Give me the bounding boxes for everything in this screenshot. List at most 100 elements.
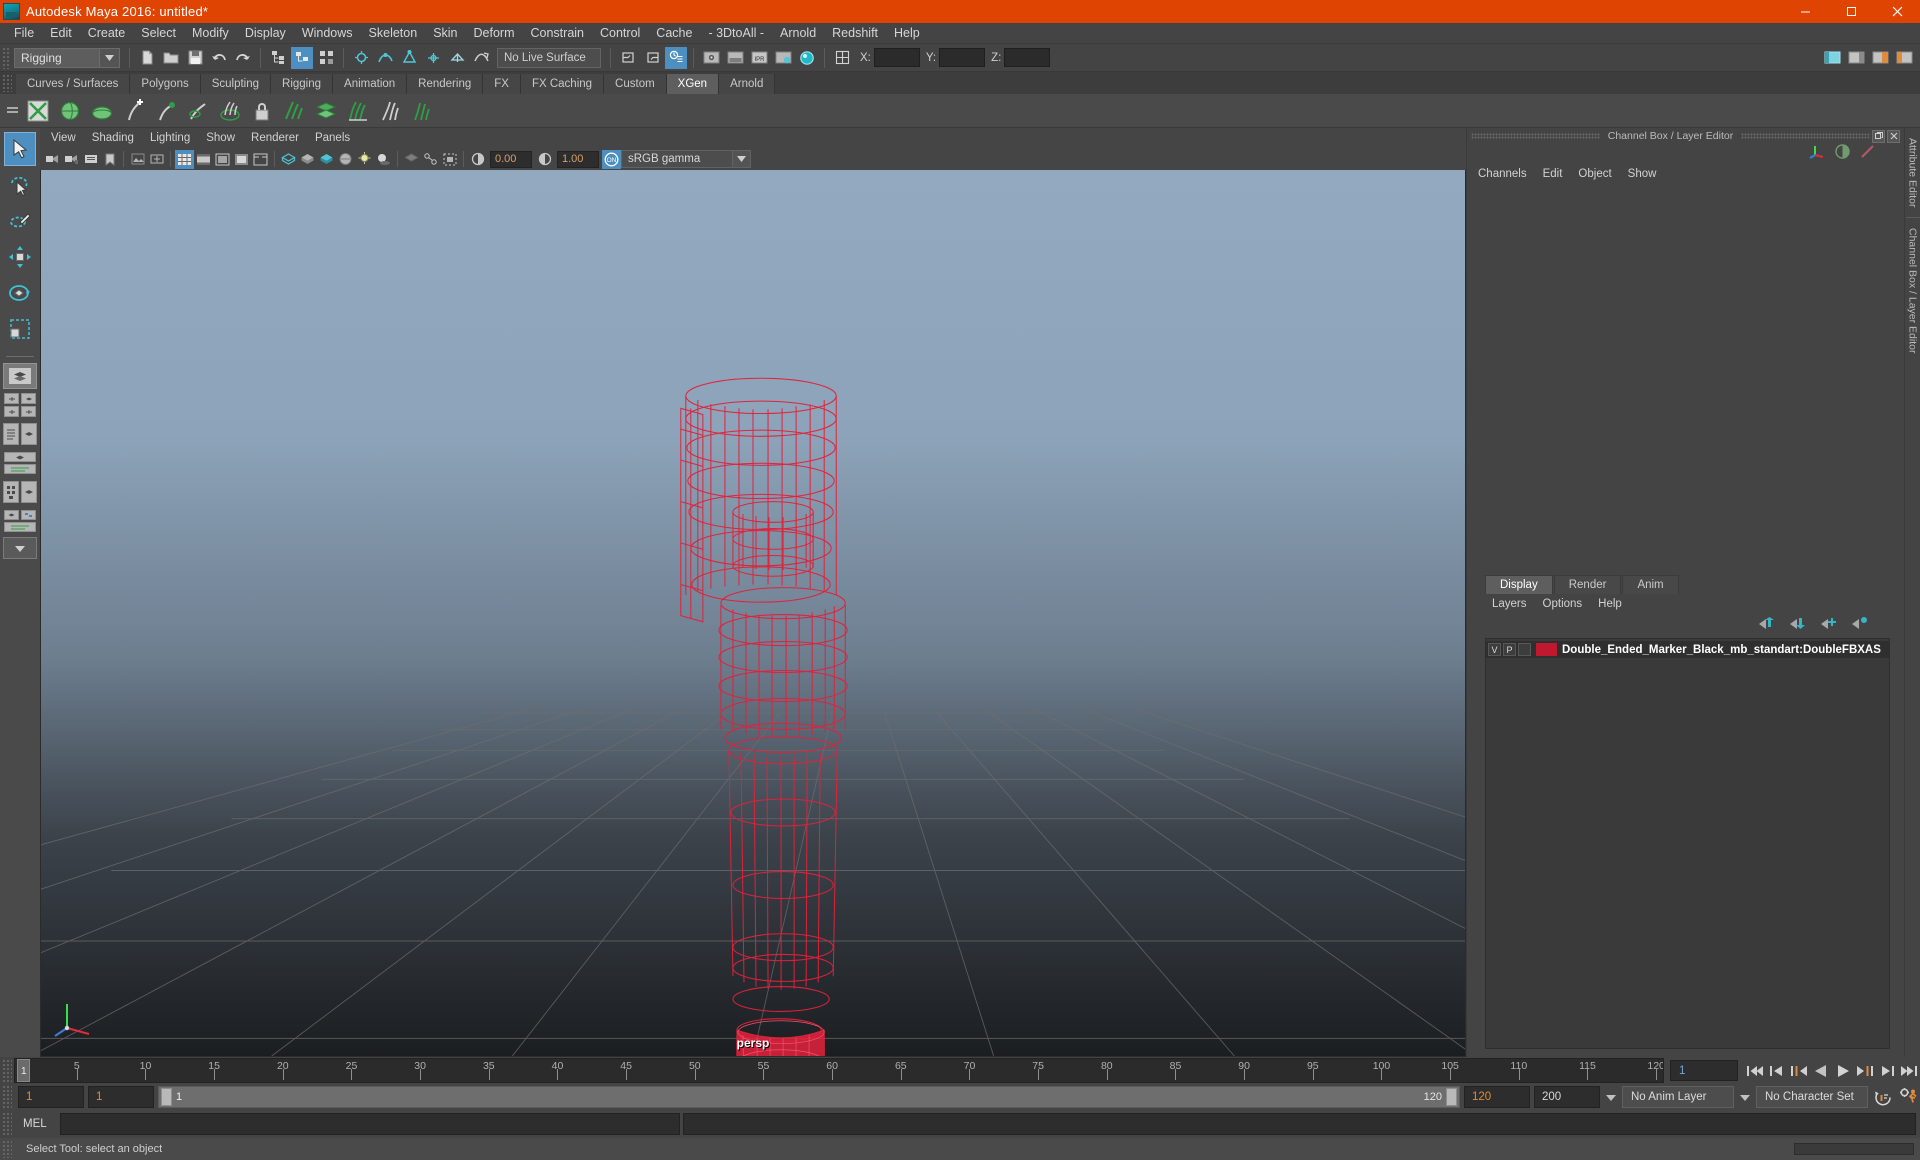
gamma-icon[interactable] [535, 150, 554, 169]
step-forward-frame-icon[interactable] [1876, 1060, 1898, 1082]
wireframe-icon[interactable] [279, 150, 298, 169]
move-tool-button[interactable] [4, 240, 36, 274]
layer-tab-anim[interactable]: Anim [1622, 575, 1679, 594]
undock-panel-button[interactable] [1872, 129, 1885, 143]
vtab-channel-box-layer-editor[interactable]: Channel Box / Layer Editor [1905, 217, 1920, 364]
color-management-selector[interactable]: sRGB gamma [621, 150, 751, 168]
menu-create[interactable]: Create [80, 24, 134, 42]
xray-joints-icon[interactable] [421, 150, 440, 169]
animation-preferences-icon[interactable] [1898, 1086, 1920, 1108]
panel-drag-handle[interactable] [1471, 133, 1600, 139]
channelbox-menu-edit[interactable]: Edit [1536, 166, 1570, 182]
two-pane-layout-button[interactable] [3, 421, 37, 447]
step-back-frame-icon[interactable] [1766, 1060, 1788, 1082]
playback-start-time-field[interactable]: 1 [88, 1086, 154, 1108]
layers-menu-options[interactable]: Options [1536, 596, 1590, 612]
character-set-selector[interactable]: No Character Set [1756, 1086, 1868, 1108]
channel-box-content[interactable] [1467, 184, 1904, 574]
viewport-menu-renderer[interactable]: Renderer [244, 130, 306, 146]
smooth-shade-icon[interactable] [298, 150, 317, 169]
hypershade-persp-layout-button[interactable] [3, 508, 37, 534]
channelbox-menu-object[interactable]: Object [1571, 166, 1618, 182]
character-set-chevron-down-icon[interactable] [1738, 1094, 1752, 1101]
xgen-add-guide-icon[interactable] [119, 96, 149, 126]
menu-3dtoall[interactable]: - 3DtoAll - [700, 24, 772, 42]
xray-icon[interactable] [402, 150, 421, 169]
new-layer-icon[interactable] [1820, 616, 1837, 635]
color-management-toggle-icon[interactable]: ON [602, 149, 621, 169]
shelf-tab-rigging[interactable]: Rigging [271, 74, 334, 94]
menu-skin[interactable]: Skin [425, 24, 465, 42]
shelf-tab-fx[interactable]: FX [483, 74, 521, 94]
move-layer-down-icon[interactable] [1789, 616, 1806, 635]
live-surface-field[interactable]: No Live Surface [497, 47, 601, 68]
shelf-tab-curves-surfaces[interactable]: Curves / Surfaces [16, 74, 131, 94]
snap-curve-icon[interactable] [374, 47, 396, 69]
animation-start-time-field[interactable]: 1 [18, 1086, 84, 1108]
make-live-icon[interactable] [470, 47, 492, 69]
axis-gizmo-icon[interactable] [1809, 143, 1826, 165]
anim-layer-chevron-down-icon[interactable] [1604, 1094, 1618, 1101]
select-tool-button[interactable] [4, 132, 36, 166]
snap-point-icon[interactable] [398, 47, 420, 69]
gamma-field[interactable]: 1.00 [557, 150, 599, 168]
close-button[interactable] [1874, 0, 1920, 23]
channelbox-menu-show[interactable]: Show [1621, 166, 1664, 182]
select-hierarchy-icon[interactable] [267, 47, 289, 69]
layers-menu-help[interactable]: Help [1591, 596, 1629, 612]
film-gate-icon[interactable] [194, 150, 213, 169]
ipr-render-icon[interactable]: IPR [748, 47, 770, 69]
xgen-move-guide-icon[interactable] [151, 96, 181, 126]
slash-icon[interactable] [1859, 143, 1876, 165]
viewport-menu-show[interactable]: Show [199, 130, 242, 146]
command-output-field[interactable] [683, 1113, 1916, 1135]
grid-toggle-icon[interactable] [175, 149, 194, 169]
shelf-tab-custom[interactable]: Custom [604, 74, 667, 94]
time-slider-gripper[interactable] [2, 1058, 12, 1083]
persp-graph-layout-button[interactable] [3, 479, 37, 505]
command-input-field[interactable] [60, 1113, 680, 1135]
two-d-pan-zoom-icon[interactable] [147, 150, 166, 169]
layer-tab-render[interactable]: Render [1553, 575, 1622, 594]
camera-attributes-icon[interactable] [81, 150, 100, 169]
time-slider[interactable]: 1 5 10 15 20 25 30 35 40 45 50 55 60 65 70 75 80 85 90 95 1… [14, 1058, 1664, 1083]
shadows-icon[interactable] [374, 150, 393, 169]
input-attrs-icon[interactable] [617, 47, 639, 69]
layer-visibility-toggle[interactable]: V [1488, 643, 1501, 656]
render-settings-icon[interactable] [772, 47, 794, 69]
smooth-shade-all-icon[interactable] [317, 150, 336, 169]
tool-settings-icon[interactable] [1893, 47, 1915, 69]
xgen-noise-icon[interactable] [407, 96, 437, 126]
xgen-region-icon[interactable] [279, 96, 309, 126]
menu-deform[interactable]: Deform [466, 24, 523, 42]
menu-redshift[interactable]: Redshift [824, 24, 886, 42]
resolution-gate-icon[interactable] [213, 150, 232, 169]
shelf-overflow-icon[interactable] [2, 95, 22, 127]
z-input[interactable] [1004, 48, 1051, 67]
xgen-dome-icon[interactable] [87, 96, 117, 126]
half-circle-icon[interactable] [1834, 143, 1851, 165]
render-current-frame-icon[interactable] [724, 47, 746, 69]
image-plane-icon[interactable] [128, 150, 147, 169]
hud-icon[interactable] [251, 150, 270, 169]
shelf-tab-sculpting[interactable]: Sculpting [200, 74, 272, 94]
range-slider-bar[interactable]: 1 120 [158, 1086, 1460, 1108]
paint-select-tool-button[interactable] [4, 204, 36, 238]
shelf-tab-fx-caching[interactable]: FX Caching [520, 74, 605, 94]
anim-layer-selector[interactable]: No Anim Layer [1622, 1086, 1734, 1108]
xgen-layers-icon[interactable] [311, 96, 341, 126]
editor-toggle-icon[interactable] [831, 47, 853, 69]
redo-icon[interactable] [232, 47, 254, 69]
time-cursor[interactable]: 1 [17, 1059, 30, 1082]
menu-control[interactable]: Control [592, 24, 648, 42]
four-view-layout-button[interactable] [3, 392, 37, 418]
menu-edit[interactable]: Edit [42, 24, 80, 42]
single-perspective-layout-button[interactable] [3, 363, 37, 389]
xgen-lock-icon[interactable] [247, 96, 277, 126]
menu-arnold[interactable]: Arnold [772, 24, 824, 42]
xgen-sculpt-guide-icon[interactable] [183, 96, 213, 126]
play-backwards-icon[interactable] [1810, 1060, 1832, 1082]
hypershade-icon[interactable] [796, 47, 818, 69]
layer-state-toggle[interactable] [1518, 643, 1531, 656]
x-input[interactable] [873, 48, 920, 67]
